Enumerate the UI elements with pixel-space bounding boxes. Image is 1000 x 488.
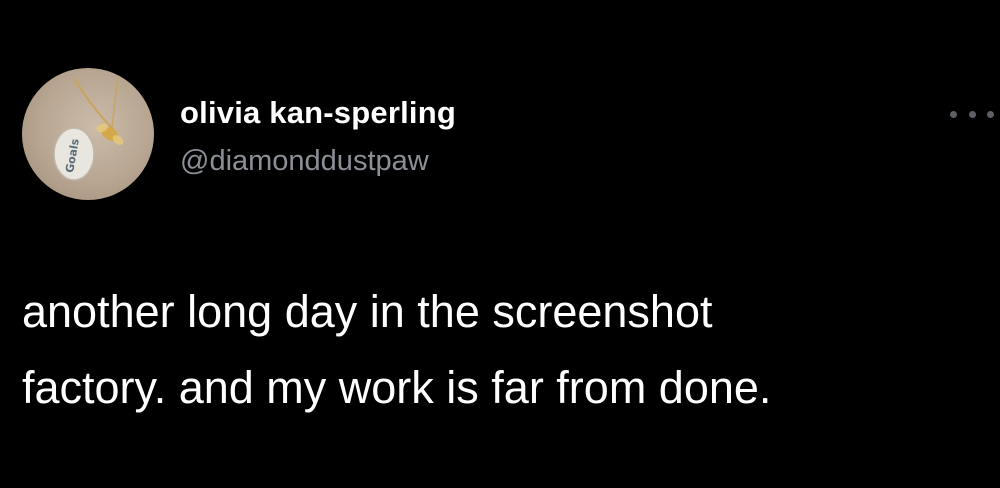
ellipsis-icon	[987, 110, 994, 118]
pendant-necklace-icon: Goals	[53, 75, 124, 181]
more-options-button[interactable]	[950, 106, 994, 122]
tweet-text-line: another long day in the screenshot	[22, 286, 713, 337]
tweet-text: another long day in the screenshot facto…	[22, 274, 992, 426]
tweet-text-line: factory. and my work is far from done.	[22, 362, 772, 413]
author-handle[interactable]: @diamonddustpaw	[180, 145, 429, 178]
ellipsis-icon	[968, 110, 976, 118]
ellipsis-icon	[950, 110, 957, 118]
author-avatar[interactable]: Goals	[22, 68, 154, 200]
tweet-card: Goals olivia kan-sperling @diamonddustpa…	[0, 0, 1000, 488]
author-display-name[interactable]: olivia kan-sperling	[180, 95, 456, 131]
